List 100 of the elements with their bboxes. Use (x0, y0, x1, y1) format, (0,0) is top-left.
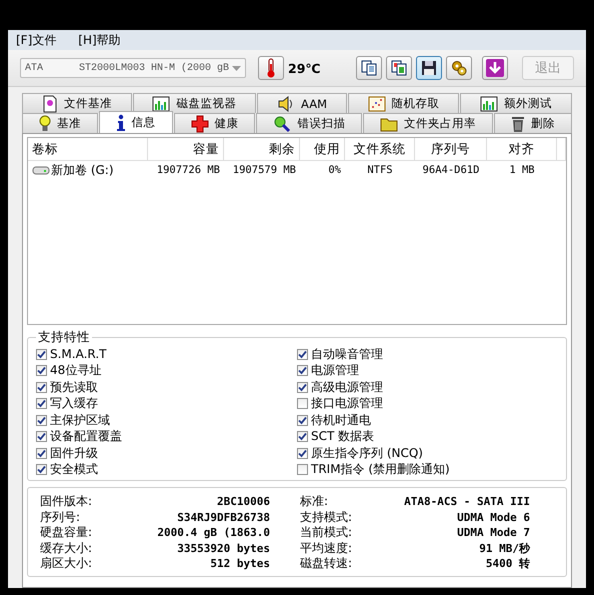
magnifier-icon (273, 114, 292, 132)
checkbox-label: 电源管理 (311, 362, 359, 380)
toolbar-button[interactable] (446, 56, 472, 80)
tab[interactable]: 信息 (98, 111, 173, 133)
checkbox[interactable] (36, 431, 47, 442)
detail-label: 缓存大小: (40, 540, 92, 556)
toolbar-button[interactable] (386, 56, 412, 80)
drive-icon (32, 165, 50, 175)
detail-label: 序列号: (40, 508, 80, 526)
table-cell-text: 1 MB (508, 163, 536, 178)
column-header[interactable]: 卷标 (28, 138, 148, 160)
temperature-reading: 29℃ (288, 60, 321, 76)
detail-label: 磁盘转速: (300, 555, 352, 572)
column-header[interactable]: 对齐 (487, 138, 557, 160)
documents-icon (360, 59, 378, 77)
trash-can-icon (511, 114, 526, 132)
checkbox-label: 设备配置覆盖 (50, 428, 122, 446)
table-cell-text: 96A4-D61D (422, 163, 480, 178)
tab[interactable]: 健康 (174, 113, 256, 133)
checkbox-label: 高级电源管理 (311, 378, 383, 396)
detail-value: 33553920 bytes (177, 542, 270, 555)
detail-value: UDMA Mode 7 (457, 526, 530, 540)
checkbox-label: 主保护区域 (50, 412, 110, 429)
table-cell: 新加卷 (G:) (28, 161, 148, 179)
checkbox[interactable] (297, 348, 308, 360)
detail-value: 91 MB/秒 (479, 540, 530, 556)
column-header[interactable]: 容量 (148, 138, 224, 160)
menu-item[interactable]: [H]帮助 (78, 32, 121, 48)
checkbox[interactable] (297, 398, 308, 410)
checkbox-label: 待机时通电 (311, 412, 371, 429)
caret-icon (232, 66, 241, 70)
checkbox[interactable] (36, 414, 47, 426)
thermometer-icon (265, 58, 277, 78)
cross-icon (190, 114, 209, 132)
checkbox-label: 写入缓存 (50, 395, 98, 412)
checkbox[interactable] (297, 365, 308, 376)
column-header[interactable]: 使用 (300, 138, 345, 160)
documents-icon (390, 59, 408, 77)
scatter-plot-icon (368, 96, 386, 112)
checkbox[interactable] (36, 464, 47, 476)
document-icon (42, 94, 58, 112)
checkbox-label: 安全模式 (50, 461, 98, 478)
menu-item[interactable]: [F]文件 (16, 32, 56, 48)
detail-label: 当前模式: (300, 524, 352, 542)
table-cell-text: 1907726 MB (156, 163, 221, 178)
checkbox[interactable] (36, 348, 47, 360)
tab[interactable]: 错误扫描 (256, 113, 362, 133)
tab[interactable]: 删除 (494, 113, 572, 133)
checkbox[interactable] (297, 382, 308, 393)
detail-value: S34RJ9DFB26738 (177, 510, 270, 524)
toolbar-button[interactable] (416, 56, 442, 80)
device-dropdown[interactable]: ATA ST2000LM003 HN-M (2000 gB (20, 58, 246, 78)
gears-icon (450, 59, 468, 77)
toolbar-button[interactable] (482, 56, 508, 80)
tab[interactable]: 基准 (22, 113, 98, 133)
checkbox[interactable] (297, 431, 308, 442)
table-cell-text: NTFS (366, 163, 394, 178)
table-cell-text: 1907579 MB (232, 163, 297, 178)
tab[interactable]: 磁盘监视器 (132, 93, 256, 113)
column-header[interactable]: 剩余 (224, 138, 300, 160)
checkbox-label: TRIM指令 (禁用删除通知) (311, 461, 450, 478)
checkbox[interactable] (36, 448, 47, 459)
checkbox[interactable] (36, 382, 47, 393)
checkbox-label: 接口电源管理 (311, 395, 383, 412)
detail-value: 2000.4 gB (1863.0 (157, 526, 270, 540)
checkbox[interactable] (297, 448, 308, 459)
detail-label: 支持模式: (300, 508, 352, 526)
tab[interactable]: 额外测试 (460, 93, 572, 113)
tab[interactable]: 文件夹占用率 (363, 113, 494, 133)
column-header[interactable]: 文件系统 (345, 138, 415, 160)
tab[interactable]: AAM (257, 93, 347, 113)
detail-label: 标准: (300, 493, 328, 510)
checkbox-label: 固件升级 (50, 444, 98, 462)
toolbar-button[interactable] (356, 56, 382, 80)
tab[interactable]: 随机存取 (348, 93, 460, 113)
detail-label: 平均速度: (300, 540, 352, 557)
checkbox-label: 48位寻址 (50, 362, 102, 380)
checkbox-label: 原生指令序列 (NCQ) (311, 444, 423, 462)
bar-chart-icon (152, 96, 170, 112)
info-icon (116, 114, 126, 132)
detail-label: 硬盘容量: (40, 524, 92, 542)
detail-label: 扇区大小: (40, 555, 92, 572)
detail-label: 固件版本: (40, 493, 92, 510)
table-cell-text: 0% (327, 163, 342, 178)
checkbox[interactable] (36, 398, 47, 410)
detail-value: 5400 转 (486, 556, 530, 572)
checkbox-label: S.M.A.R.T (50, 347, 106, 362)
group-title: 支持特性 (37, 329, 91, 346)
detail-value: UDMA Mode 6 (457, 510, 530, 524)
bar-chart-icon (480, 96, 498, 112)
column-header[interactable]: 序列号 (415, 138, 487, 160)
temperature-button[interactable] (258, 56, 284, 80)
checkbox[interactable] (297, 414, 308, 426)
tab[interactable]: 文件基准 (22, 93, 132, 113)
checkbox-label: SCT 数据表 (311, 428, 374, 446)
detail-value: 2BC10006 (217, 495, 270, 508)
detail-value: 512 bytes (210, 557, 270, 570)
checkbox-label: 自动噪音管理 (311, 346, 383, 363)
checkbox[interactable] (297, 464, 308, 476)
checkbox[interactable] (36, 365, 47, 376)
